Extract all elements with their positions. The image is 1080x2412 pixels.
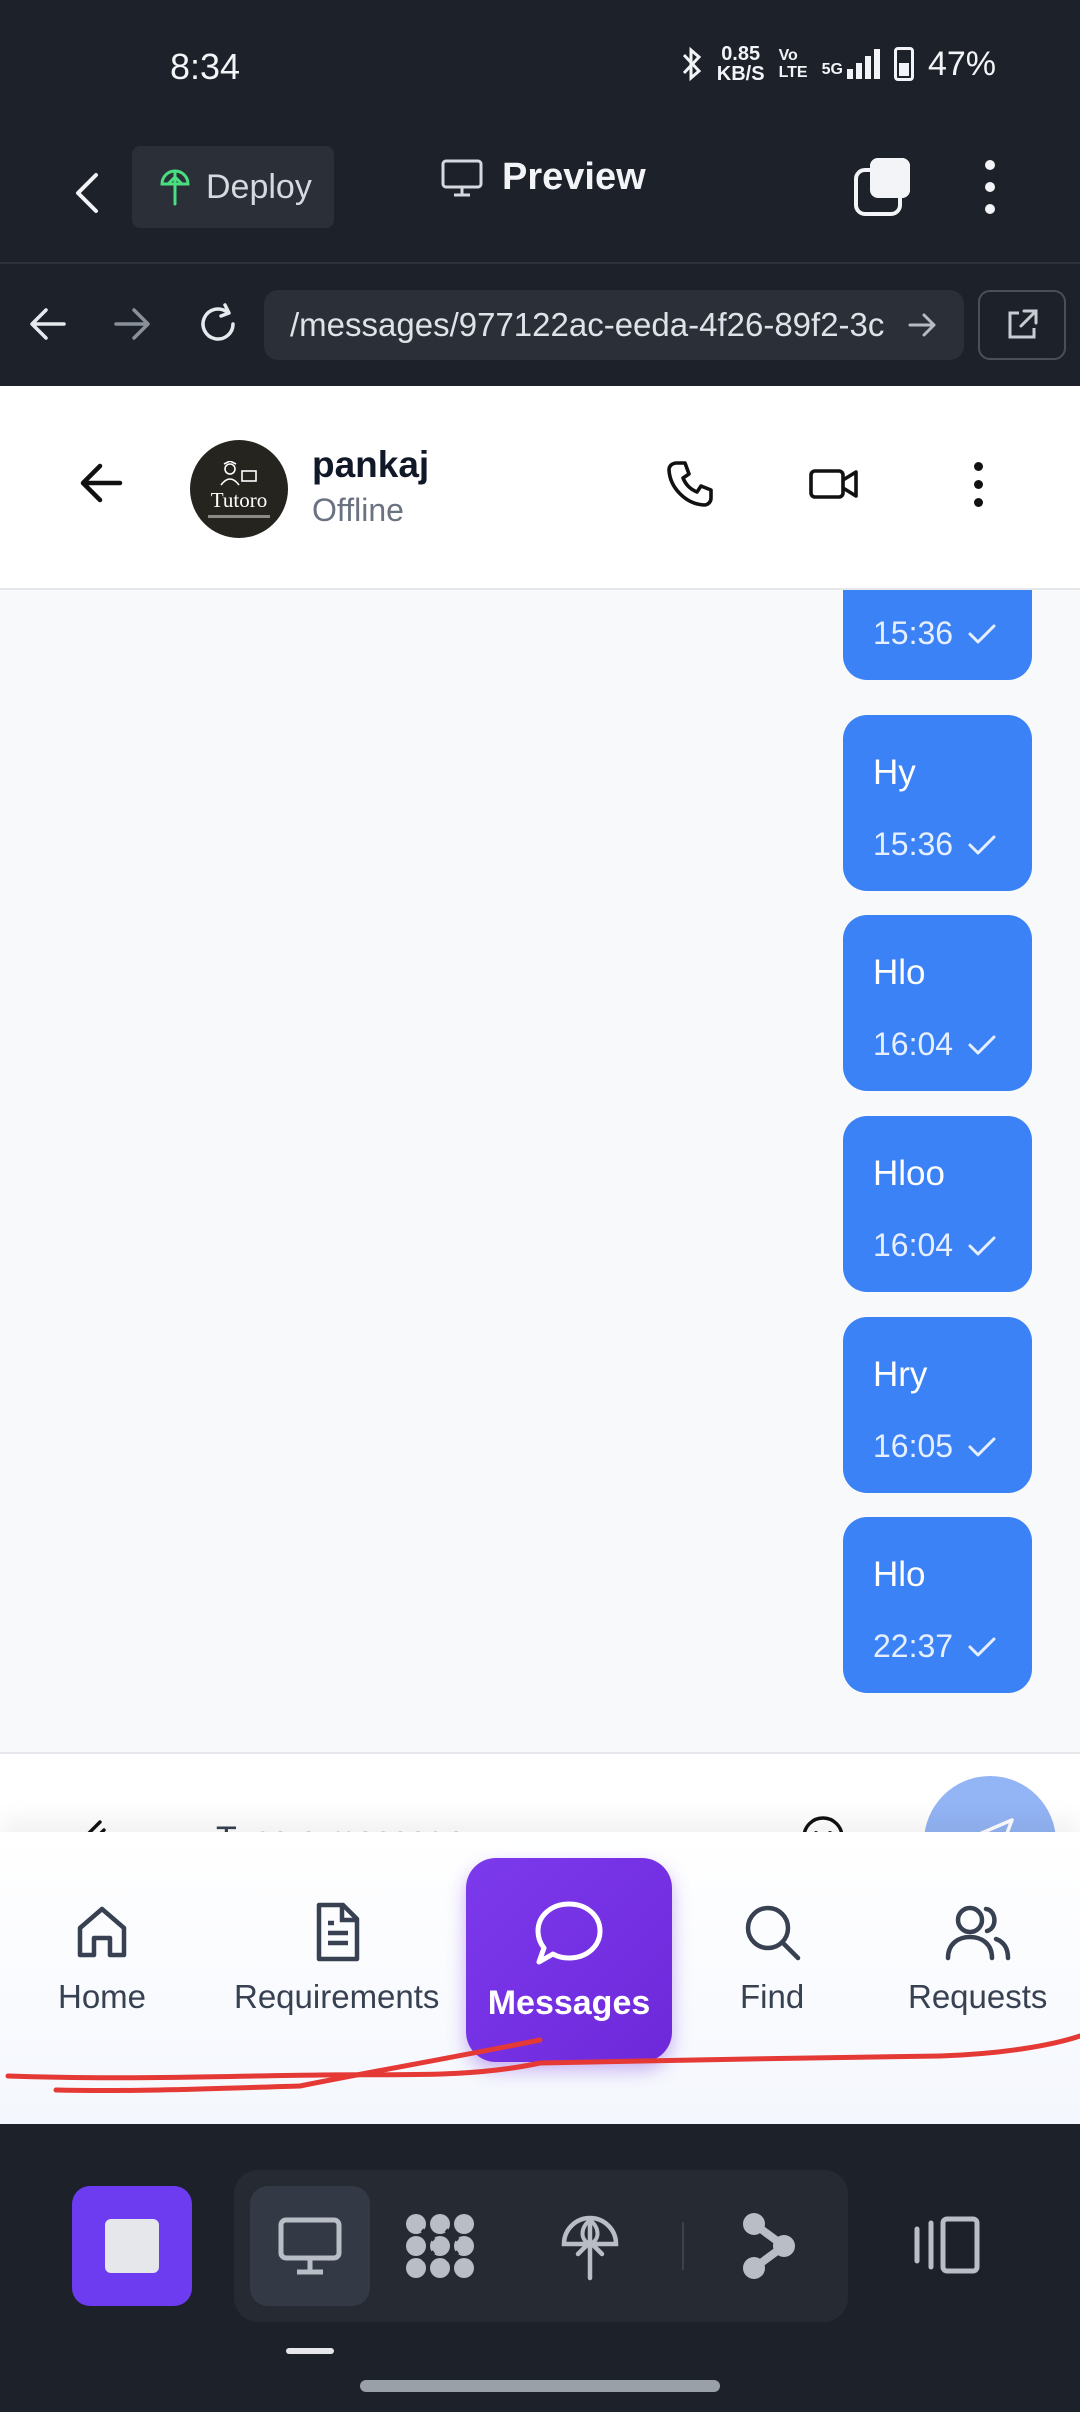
message-meta: 22:37	[873, 1628, 997, 1665]
message-bubble[interactable]: Hry 16:05	[843, 1317, 1032, 1493]
nav-item-requirements[interactable]: Requirements	[234, 1900, 439, 2016]
preview-title[interactable]: Preview	[440, 156, 646, 199]
document-icon	[316, 1902, 359, 1962]
gesture-home-bar[interactable]	[360, 2380, 720, 2392]
tabs-icon[interactable]	[852, 156, 914, 218]
avatar-brand: Tutoro	[210, 487, 268, 512]
signal-icon: 5G	[822, 49, 880, 79]
status-bar: 8:34 0.85 KB/S Vo LTE 5G 47%	[0, 0, 1080, 130]
sent-check-icon	[968, 835, 996, 854]
device-toggle-tool[interactable]	[900, 2190, 990, 2300]
deploy-icon	[561, 2215, 619, 2281]
status-time: 8:34	[170, 46, 241, 87]
message-meta: 16:04	[873, 1227, 997, 1264]
chat-menu-icon[interactable]	[946, 452, 1010, 516]
message-list[interactable]: 15:36 Hy 15:36 Hlo 16:04 Hloo 16:04 Hry …	[0, 590, 1080, 1752]
message-bubble[interactable]: Hloo 16:04	[843, 1116, 1032, 1292]
message-bubble[interactable]: Hlo 22:37	[843, 1517, 1032, 1693]
browser-url-bar: /messages/977122ac-eeda-4f26-89f2-3c	[0, 262, 1080, 386]
battery-percent: 47%	[927, 44, 996, 83]
message-bubble[interactable]: Hlo 16:04	[843, 915, 1032, 1091]
deploy-icon	[160, 169, 190, 206]
message-meta: 15:36	[873, 826, 997, 863]
nodes-grid-icon	[406, 2214, 474, 2278]
search-icon	[745, 1905, 801, 1961]
message-meta: 16:05	[873, 1428, 997, 1465]
tutoro-logo-art	[220, 460, 257, 485]
url-input[interactable]: /messages/977122ac-eeda-4f26-89f2-3c	[264, 290, 964, 360]
open-external-icon[interactable]	[978, 290, 1066, 360]
nav-item-home[interactable]: Home	[58, 1900, 146, 2016]
deploy-label: Deploy	[206, 167, 312, 206]
sent-check-icon	[968, 1236, 996, 1255]
bottom-navigation: Home Requirements Messages Find Requests	[0, 1832, 1080, 2124]
message-bubble[interactable]: 15:36	[843, 590, 1032, 680]
stop-icon	[105, 2219, 159, 2273]
sent-check-icon	[968, 1437, 996, 1456]
message-composer: Type a message	[0, 1752, 1080, 1832]
git-tool[interactable]	[708, 2186, 828, 2306]
net-speed: 0.85 KB/S	[716, 43, 765, 85]
browser-forward-icon[interactable]	[102, 294, 162, 354]
tool-group	[234, 2170, 848, 2322]
deploy-tool[interactable]	[530, 2186, 650, 2306]
monitor-icon	[278, 2217, 342, 2275]
users-icon	[945, 1905, 1010, 1961]
volte-indicator: Vo LTE	[778, 47, 808, 81]
home-icon	[77, 1906, 127, 1958]
message-meta: 16:04	[873, 1026, 997, 1063]
back-chevron-icon[interactable]	[60, 160, 114, 226]
message-input[interactable]: Type a message	[216, 1820, 465, 1832]
bluetooth-icon	[682, 46, 701, 82]
contact-avatar[interactable]: Tutoro	[190, 440, 288, 538]
stop-button[interactable]	[72, 2186, 192, 2306]
chat-header: Tutoro pankaj Offline	[0, 386, 1080, 590]
app-toolbar: Deploy Preview	[0, 130, 1080, 262]
message-bubble[interactable]: Hy 15:36	[843, 715, 1032, 891]
battery-icon	[893, 47, 914, 81]
chat-bubble-icon	[535, 1901, 603, 1964]
status-icons: 0.85 KB/S Vo LTE 5G 47%	[681, 44, 996, 84]
reload-icon[interactable]	[188, 294, 248, 354]
deploy-button[interactable]: Deploy	[132, 146, 334, 228]
browser-back-icon[interactable]	[18, 294, 78, 354]
preview-label: Preview	[502, 156, 646, 198]
chat-back-arrow-icon[interactable]	[74, 456, 128, 515]
sent-check-icon	[968, 624, 996, 643]
url-go-arrow-icon[interactable]	[906, 300, 940, 350]
desktop-preview-tool[interactable]	[250, 2186, 370, 2306]
toolbar-divider	[682, 2222, 684, 2270]
video-call-icon[interactable]	[802, 452, 866, 516]
sent-check-icon	[968, 1035, 996, 1054]
nav-item-find[interactable]: Find	[740, 1900, 804, 2016]
monitor-icon	[441, 159, 483, 196]
workflow-tool[interactable]	[380, 2186, 500, 2306]
emoji-icon[interactable]	[800, 1814, 846, 1832]
device-frame-icon	[914, 2216, 980, 2274]
phone-call-icon[interactable]	[658, 452, 722, 516]
active-tool-indicator	[286, 2348, 334, 2354]
nav-item-requests[interactable]: Requests	[908, 1900, 1047, 2016]
contact-name: pankaj	[312, 444, 430, 485]
avatar-tagline-line	[208, 514, 270, 518]
message-meta: 15:36	[873, 615, 997, 652]
editor-toolbar	[0, 2124, 1080, 2412]
sent-check-icon	[968, 1637, 996, 1656]
branch-icon	[743, 2213, 795, 2279]
more-options-icon[interactable]	[970, 156, 1010, 218]
nav-item-messages[interactable]: Messages	[466, 1858, 672, 2062]
contact-status: Offline	[312, 492, 404, 528]
attach-icon[interactable]	[70, 1816, 110, 1832]
